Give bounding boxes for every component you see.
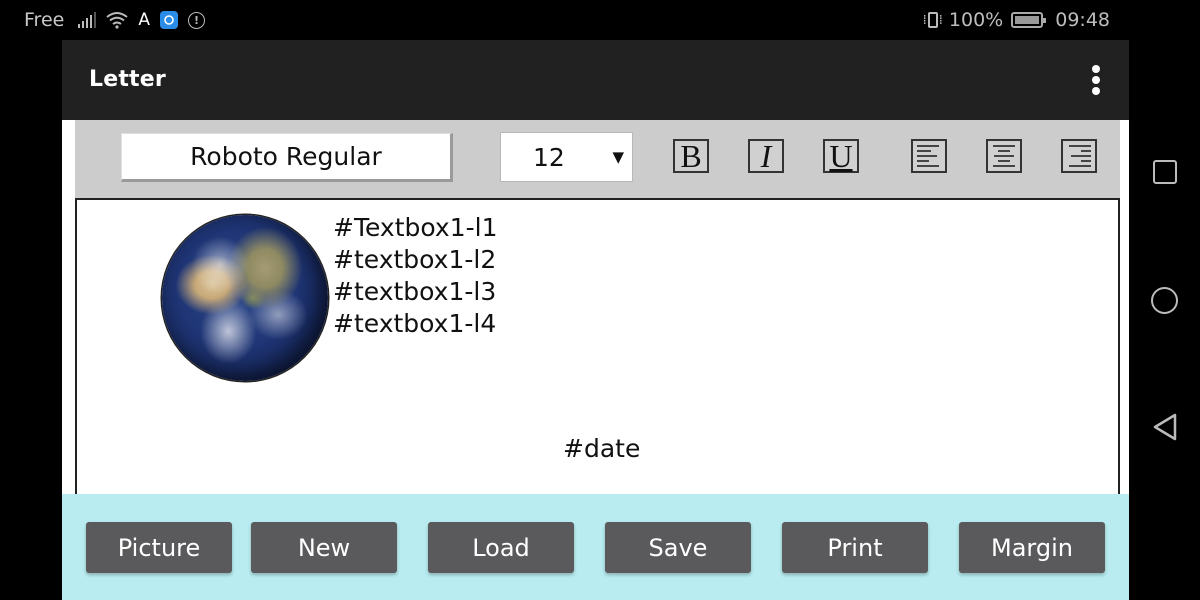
phone-screen: Free A ! ⁞ ⁞ 100% 09:48 Letter Roboto Re… — [0, 0, 1200, 600]
recents-icon[interactable] — [1153, 160, 1177, 184]
font-size-value: 12 — [533, 143, 565, 172]
overflow-menu-icon[interactable] — [1088, 65, 1104, 95]
new-button[interactable]: New — [251, 522, 397, 573]
status-bar: Free A ! ⁞ ⁞ 100% 09:48 — [0, 0, 1200, 40]
carrier-name: Free — [24, 9, 65, 31]
wifi-icon — [106, 12, 128, 29]
margin-button[interactable]: Margin — [959, 522, 1105, 573]
format-bar: Roboto Regular 12 ▼ B I U — [75, 120, 1120, 198]
bold-icon: B — [680, 138, 702, 174]
font-size-select[interactable]: 12 ▼ — [500, 132, 633, 182]
dropdown-arrow-icon: ▼ — [612, 148, 624, 166]
alert-icon: ! — [187, 11, 205, 29]
home-icon[interactable] — [1151, 287, 1178, 314]
battery-percent: 100% — [948, 9, 1004, 31]
align-right-button[interactable] — [1061, 139, 1097, 173]
app-toolbar: Letter — [62, 40, 1129, 120]
textbox-line: #textbox1-l4 — [333, 309, 497, 338]
italic-icon: I — [760, 138, 772, 174]
textbox1[interactable]: #Textbox1-l1 #textbox1-l2 #textbox1-l3 #… — [333, 212, 497, 340]
align-center-icon — [992, 145, 1016, 167]
save-button[interactable]: Save — [605, 522, 751, 573]
page-title: Letter — [89, 67, 166, 92]
av-icon: A — [138, 10, 150, 30]
load-button[interactable]: Load — [428, 522, 574, 573]
textbox-line: #textbox1-l2 — [333, 245, 497, 274]
align-center-button[interactable] — [986, 139, 1022, 173]
action-bar: Picture New Load Save Print Margin — [62, 494, 1129, 600]
underline-icon: U — [829, 138, 853, 174]
vibrate-icon: ⁞ ⁞ — [922, 12, 943, 28]
textbox-line: #Textbox1-l1 — [333, 213, 498, 242]
bold-button[interactable]: B — [673, 139, 709, 173]
font-family-select[interactable]: Roboto Regular — [121, 133, 453, 182]
date-field[interactable]: #date — [563, 434, 640, 463]
print-button[interactable]: Print — [782, 522, 928, 573]
back-icon[interactable] — [1151, 412, 1179, 442]
earth-globe-image[interactable] — [162, 215, 328, 381]
status-bar-right: ⁞ ⁞ 100% 09:48 — [923, 9, 1110, 31]
letter-app: Letter Roboto Regular 12 ▼ B I U #Textbo… — [62, 40, 1129, 600]
letter-document[interactable]: #Textbox1-l1 #textbox1-l2 #textbox1-l3 #… — [75, 198, 1120, 498]
status-bar-left: Free A ! — [24, 9, 205, 31]
navigation-bar — [1129, 40, 1200, 600]
textbox-line: #textbox1-l3 — [333, 277, 497, 306]
underline-button[interactable]: U — [823, 139, 859, 173]
italic-button[interactable]: I — [748, 139, 784, 173]
picture-button[interactable]: Picture — [86, 522, 232, 573]
signal-icon — [78, 12, 97, 28]
app-notification-icon — [159, 11, 178, 29]
battery-icon — [1011, 12, 1047, 28]
clock: 09:48 — [1055, 9, 1110, 31]
align-right-icon — [1067, 145, 1091, 167]
align-left-button[interactable] — [911, 139, 947, 173]
align-left-icon — [917, 145, 941, 167]
